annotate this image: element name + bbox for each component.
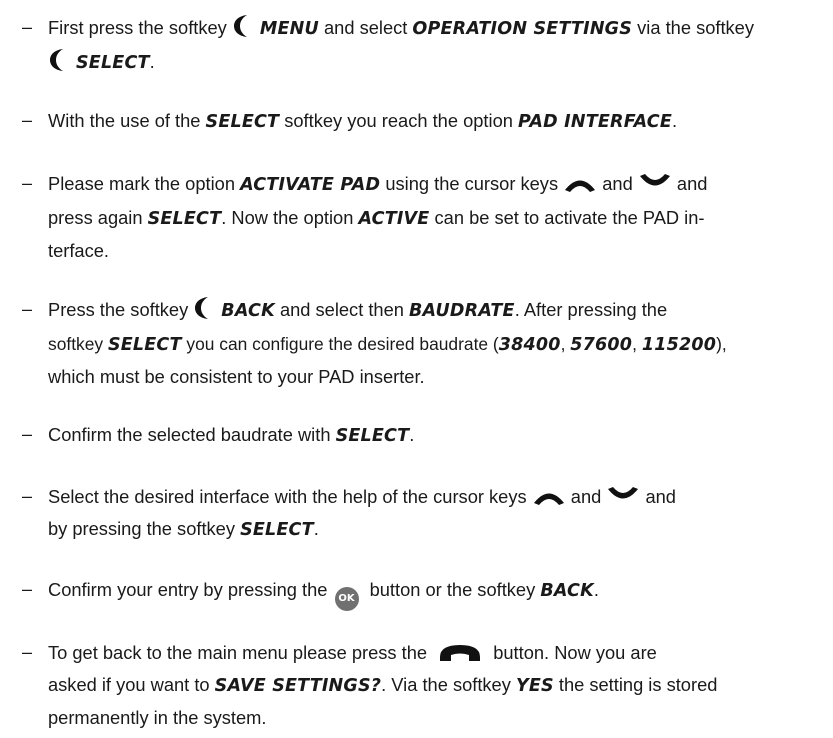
keyword-select: SELECT xyxy=(107,334,182,355)
keyword-back: BACK xyxy=(540,581,594,601)
keyword-menu: MENU xyxy=(259,19,319,39)
keyword-save-settings: SAVE SETTINGS? xyxy=(214,675,382,696)
bullet-dash: – xyxy=(22,424,33,444)
crescent-softkey-icon xyxy=(232,14,254,38)
keyword-active: ACTIVE xyxy=(358,208,430,229)
step-1-text: First press the softkey MENU and select … xyxy=(48,12,828,79)
keyword-select: SELECT xyxy=(205,112,280,132)
keyword-select: SELECT xyxy=(147,208,222,229)
bullet-dash: – xyxy=(22,642,33,662)
keyword-baud-57600: 57600 xyxy=(570,334,633,355)
keyword-select: SELECT xyxy=(335,426,410,446)
cursor-up-icon xyxy=(563,173,597,193)
step-8-text: To get back to the main menu please pres… xyxy=(48,640,718,728)
keyword-activate-pad: ACTIVATE PAD xyxy=(240,175,381,195)
bullet-dash: – xyxy=(22,486,33,506)
bullet-dash: – xyxy=(22,299,33,319)
step-7-text: Confirm your entry by pressing the OK bu… xyxy=(48,574,828,611)
crescent-softkey-icon xyxy=(48,48,70,72)
step-3-text: Please mark the option ACTIVATE PAD usin… xyxy=(48,173,708,261)
bullet-dash: – xyxy=(22,173,33,193)
instruction-document: – First press the softkey MENU and selec… xyxy=(0,0,833,738)
crescent-softkey-icon xyxy=(193,296,215,320)
step-2-text: With the use of the SELECT softkey you r… xyxy=(48,110,678,132)
bullet-dash: – xyxy=(22,17,33,37)
step-4-text: Press the softkey BACK and select then B… xyxy=(48,294,828,393)
keyword-pad-interface: PAD INTERFACE xyxy=(518,112,673,132)
keyword-select: SELECT xyxy=(76,52,150,73)
cursor-down-icon xyxy=(638,173,672,193)
ok-button-icon: OK xyxy=(334,587,359,611)
cursor-up-icon xyxy=(532,486,566,506)
keyword-operation-settings: OPERATION SETTINGS xyxy=(412,19,633,39)
step-6-text: Select the desired interface with the he… xyxy=(48,486,676,540)
step-5-text: Confirm the selected baudrate with SELEC… xyxy=(48,424,415,446)
keyword-select: SELECT xyxy=(240,519,314,540)
keyword-baudrate: BAUDRATE xyxy=(409,301,515,321)
bullet-dash: – xyxy=(22,110,33,130)
keyword-baud-38400: 38400 xyxy=(498,334,561,355)
keyword-back: BACK xyxy=(221,301,275,321)
keyword-baud-115200: 115200 xyxy=(641,334,717,355)
keyword-yes: YES xyxy=(515,675,554,696)
cursor-down-icon xyxy=(606,486,640,506)
bullet-dash: – xyxy=(22,579,33,599)
hangup-phone-icon xyxy=(436,640,484,664)
